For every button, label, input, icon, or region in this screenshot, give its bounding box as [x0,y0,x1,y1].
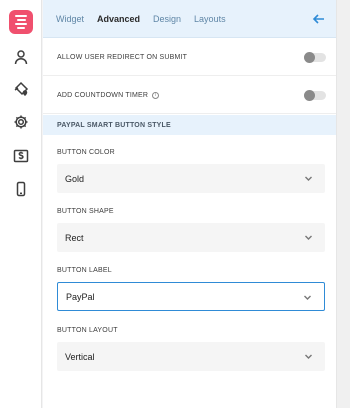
button-shape-value: Rect [65,232,84,243]
countdown-toggle-label: ADD COUNTDOWN TIMER [57,91,149,99]
button-layout-label: BUTTON LAYOUT [57,327,118,334]
dollar-icon[interactable] [11,146,31,166]
tab-layouts[interactable]: Layouts [194,14,226,24]
redirect-toggle-row: ALLOW USER REDIRECT ON SUBMIT [43,39,336,76]
countdown-toggle[interactable] [304,90,326,101]
chevron-down-icon [304,174,313,183]
back-arrow-icon[interactable] [312,12,326,26]
redirect-toggle-label: ALLOW USER REDIRECT ON SUBMIT [57,53,188,61]
paint-bucket-icon[interactable] [11,79,31,99]
tab-widget[interactable]: Widget [56,14,84,24]
button-color-label: BUTTON COLOR [57,149,115,156]
left-rail [0,0,42,408]
button-color-select[interactable]: Gold [57,164,325,193]
button-color-field: BUTTON COLOR Gold [57,149,325,193]
tab-design[interactable]: Design [153,14,181,24]
button-layout-field: BUTTON LAYOUT Vertical [57,327,325,371]
chevron-down-icon [304,352,313,361]
button-label-label: BUTTON LABEL [57,267,112,274]
gear-icon[interactable] [11,112,31,132]
button-label-value: PayPal [66,291,95,302]
countdown-toggle-row: ADD COUNTDOWN TIMER i [43,77,336,114]
redirect-toggle[interactable] [304,52,326,63]
tab-advanced[interactable]: Advanced [97,14,140,24]
button-layout-select[interactable]: Vertical [57,342,325,371]
button-shape-label: BUTTON SHAPE [57,208,114,215]
chevron-down-icon [303,293,312,302]
button-shape-field: BUTTON SHAPE Rect [57,208,325,252]
toggle-knob [304,90,315,101]
settings-panel: Widget Advanced Design Layouts ALLOW USE… [43,0,336,408]
button-label-field: BUTTON LABEL PayPal [57,267,325,311]
button-layout-value: Vertical [65,351,95,362]
forms-logo-icon[interactable] [9,10,33,34]
toggle-knob [304,52,315,63]
tab-bar: Widget Advanced Design Layouts [43,0,336,38]
mobile-icon[interactable] [11,179,31,199]
button-label-select[interactable]: PayPal [57,282,325,311]
button-color-value: Gold [65,173,85,184]
section-header: PAYPAL SMART BUTTON STYLE [43,115,336,135]
user-icon[interactable] [11,47,31,67]
preview-edge [336,0,350,408]
button-shape-select[interactable]: Rect [57,223,325,252]
info-icon[interactable]: i [152,91,160,99]
chevron-down-icon [304,233,313,242]
